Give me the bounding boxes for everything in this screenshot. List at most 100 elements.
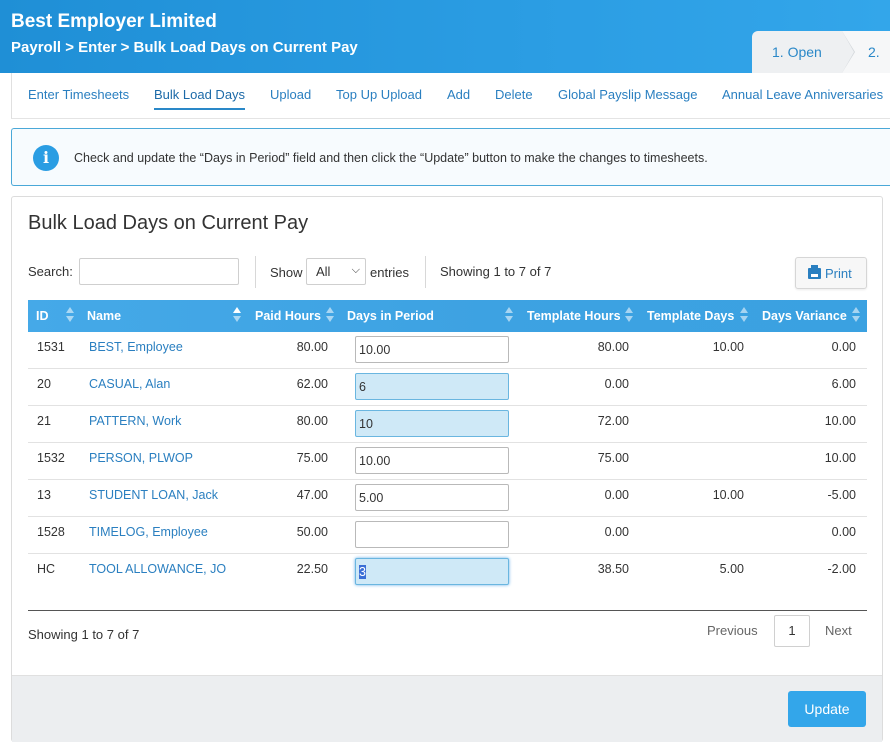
- breadcrumb: Payroll > Enter > Bulk Load Days on Curr…: [11, 39, 358, 56]
- cell-days-variance: 10.00: [824, 414, 856, 428]
- step-open[interactable]: 1. Open: [752, 31, 855, 73]
- cell-paid-hours: 80.00: [296, 340, 328, 354]
- cell-id: 20: [37, 377, 51, 391]
- sort-icon[interactable]: [740, 307, 748, 323]
- next-page-button[interactable]: Next: [825, 623, 852, 638]
- cell-template-days: 10.00: [712, 488, 744, 502]
- bulk-load-panel: Bulk Load Days on Current Pay Search: Sh…: [11, 196, 883, 742]
- previous-page-button[interactable]: Previous: [707, 623, 758, 638]
- sort-icon[interactable]: [625, 307, 633, 323]
- tab-top-up-upload[interactable]: Top Up Upload: [336, 87, 422, 102]
- cell-paid-hours: 22.50: [296, 562, 328, 576]
- table-row: 21 PATTERN, Work 80.00 10 72.00 10.00: [28, 406, 867, 443]
- cell-paid-hours: 62.00: [296, 377, 328, 391]
- entries-select-value: All: [316, 264, 331, 279]
- cell-template-days: 10.00: [712, 340, 744, 354]
- days-in-period-input[interactable]: 10.00: [355, 336, 509, 363]
- entries-label: entries: [370, 265, 410, 280]
- days-in-period-input[interactable]: 5.00: [355, 484, 509, 511]
- sort-icon[interactable]: [852, 307, 860, 323]
- employee-link[interactable]: STUDENT LOAN, Jack: [89, 488, 218, 502]
- app-header: Best Employer Limited Payroll > Enter > …: [0, 0, 890, 73]
- info-alert: i Check and update the “Days in Period” …: [11, 128, 890, 186]
- info-icon: i: [33, 145, 59, 171]
- cell-days-variance: 0.00: [831, 525, 856, 539]
- cell-days-variance: -5.00: [827, 488, 857, 502]
- cell-id: 1531: [37, 340, 65, 354]
- cell-template-hours: 0.00: [604, 377, 629, 391]
- col-template-days[interactable]: Template Days: [647, 309, 734, 323]
- cell-template-hours: 38.50: [597, 562, 629, 576]
- cell-id: 1528: [37, 525, 65, 539]
- days-in-period-input[interactable]: 10.00: [355, 447, 509, 474]
- cell-template-hours: 72.00: [597, 414, 629, 428]
- selected-text: 3: [359, 565, 366, 579]
- employee-link[interactable]: PATTERN, Work: [89, 414, 181, 428]
- tab-add[interactable]: Add: [447, 87, 470, 102]
- employee-link[interactable]: PERSON, PLWOP: [89, 451, 193, 465]
- days-in-period-input[interactable]: [355, 521, 509, 548]
- employee-link[interactable]: BEST, Employee: [89, 340, 183, 354]
- days-in-period-input[interactable]: 10: [355, 410, 509, 437]
- tab-bulk-load-days[interactable]: Bulk Load Days: [154, 87, 246, 110]
- divider: [255, 256, 256, 288]
- panel-title: Bulk Load Days on Current Pay: [28, 212, 309, 234]
- days-in-period-input[interactable]: 3: [355, 558, 509, 585]
- cell-id: 21: [37, 414, 51, 428]
- cell-template-hours: 75.00: [597, 451, 629, 465]
- cell-paid-hours: 80.00: [296, 414, 328, 428]
- divider: [425, 256, 426, 288]
- col-days-variance[interactable]: Days Variance: [762, 309, 847, 323]
- cell-paid-hours: 50.00: [296, 525, 328, 539]
- panel-footer: Update: [12, 675, 882, 742]
- sort-asc-icon[interactable]: [233, 307, 241, 323]
- sort-icon[interactable]: [326, 307, 334, 323]
- sort-icon[interactable]: [505, 307, 513, 323]
- employee-link[interactable]: CASUAL, Alan: [89, 377, 170, 391]
- print-button[interactable]: Print: [795, 257, 867, 289]
- days-in-period-input[interactable]: 6: [355, 373, 509, 400]
- table-row: 13 STUDENT LOAN, Jack 47.00 5.00 0.00 10…: [28, 480, 867, 517]
- info-message: Check and update the “Days in Period” fi…: [74, 151, 708, 165]
- col-paid-hours[interactable]: Paid Hours: [255, 309, 321, 323]
- company-name: Best Employer Limited: [11, 11, 217, 32]
- showing-info-top: Showing 1 to 7 of 7: [440, 264, 552, 279]
- chevron-down-icon: ⌵: [351, 264, 360, 276]
- cell-days-variance: 6.00: [831, 377, 856, 391]
- col-days-in-period[interactable]: Days in Period: [347, 309, 434, 323]
- sub-nav-tabs: Enter Timesheets Bulk Load Days Upload T…: [11, 73, 890, 119]
- showing-info-bottom: Showing 1 to 7 of 7: [28, 627, 140, 642]
- print-label: Print: [825, 266, 852, 281]
- employee-link[interactable]: TOOL ALLOWANCE, JO: [89, 562, 226, 576]
- search-label: Search:: [28, 264, 73, 279]
- table-row: 20 CASUAL, Alan 62.00 6 0.00 6.00: [28, 369, 867, 406]
- table-row: 1532 PERSON, PLWOP 75.00 10.00 75.00 10.…: [28, 443, 867, 480]
- cell-template-hours: 0.00: [604, 488, 629, 502]
- show-label: Show: [270, 265, 303, 280]
- col-name[interactable]: Name: [87, 309, 121, 323]
- table-row: 1531 BEST, Employee 80.00 10.00 80.00 10…: [28, 332, 867, 369]
- tab-enter-timesheets[interactable]: Enter Timesheets: [28, 87, 129, 102]
- employee-link[interactable]: TIMELOG, Employee: [89, 525, 208, 539]
- cell-id: 1532: [37, 451, 65, 465]
- cell-template-hours: 80.00: [597, 340, 629, 354]
- tab-global-payslip-message[interactable]: Global Payslip Message: [558, 87, 697, 102]
- cell-template-hours: 0.00: [604, 525, 629, 539]
- table-row: HC TOOL ALLOWANCE, JO 22.50 3 38.50 5.00…: [28, 554, 867, 591]
- cell-paid-hours: 75.00: [296, 451, 328, 465]
- tab-annual-leave-anniversaries[interactable]: Annual Leave Anniversaries: [722, 87, 883, 102]
- cell-days-variance: 10.00: [824, 451, 856, 465]
- cell-days-variance: 0.00: [831, 340, 856, 354]
- sort-icon[interactable]: [66, 307, 74, 323]
- table-row: 1528 TIMELOG, Employee 50.00 0.00 0.00: [28, 517, 867, 554]
- wizard-steps: 1. Open 2.: [752, 31, 890, 73]
- col-id[interactable]: ID: [36, 309, 49, 323]
- tab-upload[interactable]: Upload: [270, 87, 311, 102]
- update-button[interactable]: Update: [788, 691, 866, 727]
- entries-select[interactable]: All ⌵: [306, 258, 366, 285]
- page-button-1[interactable]: 1: [774, 615, 810, 647]
- cell-id: 13: [37, 488, 51, 502]
- tab-delete[interactable]: Delete: [495, 87, 533, 102]
- search-input[interactable]: [79, 258, 239, 285]
- col-template-hours[interactable]: Template Hours: [527, 309, 621, 323]
